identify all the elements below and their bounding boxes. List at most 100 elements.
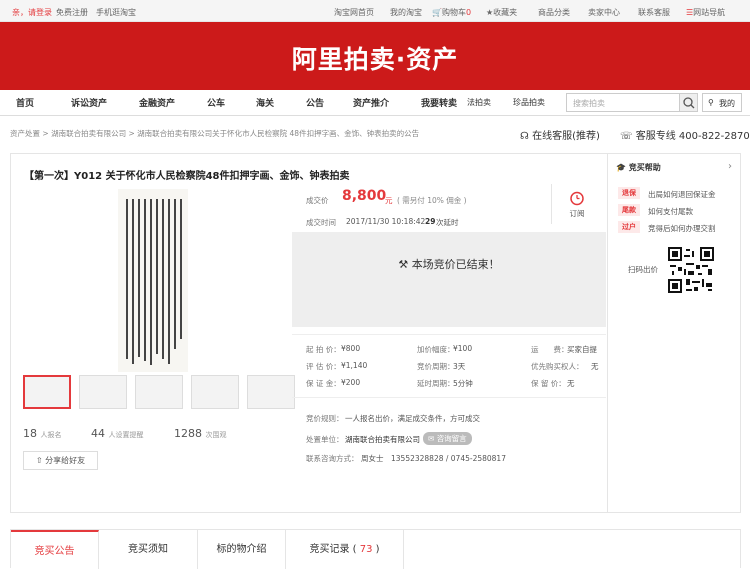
search-button[interactable] [679,94,697,111]
my-account-button[interactable]: ⚲ 我的 [702,93,742,112]
taobao-home-link[interactable]: 淘宝网首页 [334,7,374,18]
price-label: 成交价 [306,196,329,205]
appraisal-price: ¥1,140 [341,361,368,370]
search-box[interactable]: 搜索拍卖 [566,93,698,112]
auction-title: 【第一次】Y012 关于怀化市人民检察院48件扣押字画、金饰、钟表拍卖 [24,171,350,182]
shipping-label: 运 费： [531,345,569,354]
deposit: ¥200 [341,378,361,387]
appraisal-label: 评 估 价： [306,362,341,371]
thumbnail-1[interactable] [23,375,71,409]
main-nav: 首页 诉讼资产 金融资产 公车 海关 公告 资产推介 我要转卖 法拍卖 珍品拍卖… [0,90,750,116]
scan-label: 扫码出价 [628,265,658,274]
help-title: 🎓 竞买帮助 [616,163,661,172]
site-topbar: 亲，请登录 免费注册 手机逛淘宝 淘宝网首页 我的淘宝 🛒购物车0 ★收藏夹 商… [0,0,750,22]
chevron-right-icon[interactable]: › [728,161,732,172]
commission-note: ( 需另付 10% 佣金 ) [397,196,467,205]
online-service-link[interactable]: ☊ 在线客服(推荐) [520,127,600,142]
priority: 无 [591,362,599,371]
disposal-unit[interactable]: 湖南联合拍卖有限公司 [345,434,420,445]
mobile-link[interactable]: 手机逛淘宝 [96,7,136,18]
contact-label: 联系咨询方式： [306,454,359,463]
time-label: 成交时间 [306,218,336,227]
divider [292,334,606,335]
subscribe-button[interactable]: 订阅 [565,190,589,224]
breadcrumb-item[interactable]: 湖南联合拍卖有限公司 [51,129,126,138]
nav-item-litigation[interactable]: 诉讼资产 [71,96,107,109]
deposit-label: 保 证 金： [306,379,341,388]
nav-item-finance[interactable]: 金融资产 [139,96,175,109]
cart-icon: 🛒 [432,8,442,17]
nav-item-customs[interactable]: 海关 [256,96,274,109]
delay-count: 29 [425,217,436,226]
increment-label: 加价幅度： [417,345,455,354]
shipping: 买家自提 [567,345,597,354]
site-nav-link[interactable]: ☰网站导航 [686,7,725,18]
nav-item-promote[interactable]: 资产推介 [353,96,389,109]
delay-cycle: 5分钟 [453,379,473,388]
help-tag-refund: 退保 [618,187,640,199]
reserve-label: 保 留 价： [531,379,566,388]
message-icon: ✉ [428,434,435,443]
auction-ended-panel: ⚒ 本场竞价已结束！ [292,232,606,327]
nav-item-judicial[interactable]: 法拍卖 [467,97,491,108]
register-link[interactable]: 免费注册 [56,7,88,18]
increment: ¥100 [453,344,473,353]
help-link-transfer[interactable]: 竞得后如何办理交割 [648,223,716,234]
headset-icon: ☊ [520,131,529,142]
search-icon [683,97,695,109]
calligraphy-image [126,199,182,365]
thumbnail-3[interactable] [135,375,183,409]
site-logo[interactable]: 阿里拍卖·资产 [0,40,750,76]
nav-item-notices[interactable]: 公告 [306,96,324,109]
thumbnail-4[interactable] [191,375,239,409]
unit-label: 处置单位： [306,435,344,444]
help-sidebar: 🎓 竞买帮助 › 退保 出局如何退回保证金 尾款 如何支付尾款 过户 竞得后如何… [607,154,741,512]
seller-center-link[interactable]: 卖家中心 [588,7,620,18]
hotline: ☏ 客服专线 400-822-2870 [620,131,750,142]
auction-ended-message: ⚒ 本场竞价已结束！ [398,258,500,271]
reserve-price: 无 [567,379,575,388]
tab-notice[interactable]: 竞买公告 [11,530,99,569]
deal-time: 2017/11/30 10:18:42 [346,217,426,226]
help-link-refund[interactable]: 出局如何退回保证金 [648,189,716,200]
nav-item-resell[interactable]: 我要转卖 [421,96,457,109]
header-banner: 阿里拍卖·资产 [0,22,750,90]
nav-item-home[interactable]: 首页 [16,96,34,109]
gavel-icon: ⚒ [398,258,409,271]
help-link-balance[interactable]: 如何支付尾款 [648,206,693,217]
tab-item-intro[interactable]: 标的物介绍 [198,530,286,569]
share-button[interactable]: ⇧ 分享给好友 [23,451,98,470]
category-link[interactable]: 商品分类 [538,7,570,18]
thumbnail-5[interactable] [247,375,295,409]
bid-rule: 一人报名出价，满足成交条件，方可成交 [345,414,480,423]
start-price-label: 起 拍 价： [306,345,341,354]
nav-item-treasure[interactable]: 珍品拍卖 [513,97,545,108]
share-icon: ⇧ [35,456,43,465]
contact-service-link[interactable]: 联系客服 [638,7,670,18]
tab-rules[interactable]: 竞买须知 [99,530,198,569]
thumbnail-2[interactable] [79,375,127,409]
favorites-link[interactable]: ★收藏夹 [486,7,517,18]
tab-bid-records[interactable]: 竞买记录 ( 73 ) [286,530,404,569]
user-icon: ⚲ [708,98,714,107]
priority-label: 优先购买权人： [531,362,584,371]
final-price: 8,800 [342,188,387,204]
search-input[interactable]: 搜索拍卖 [573,98,605,109]
login-link[interactable]: 亲，请登录 [12,7,52,18]
my-taobao-link[interactable]: 我的淘宝 [390,7,422,18]
graduation-cap-icon: 🎓 [616,163,626,172]
cart-link[interactable]: 🛒购物车0 [432,7,471,18]
consult-button[interactable]: ✉ 咨询留言 [423,432,472,445]
nav-item-cars[interactable]: 公车 [207,96,225,109]
main-image[interactable] [118,189,188,372]
divider [292,397,606,398]
breadcrumb-item[interactable]: 资产处置 [10,129,40,138]
breadcrumb-item: 湖南联合拍卖有限公司关于怀化市人民检察院 48件扣押字画、金饰、钟表拍卖的公告 [137,129,420,138]
divider [551,184,552,224]
view-count: 1288 次围观 [174,427,227,440]
help-tag-balance: 尾款 [618,204,640,216]
contact-info: 周女士 13552328828 / 0745-2580817 [361,454,506,463]
price-unit: 元 [385,196,393,205]
breadcrumb: 资产处置 > 湖南联合拍卖有限公司 > 湖南联合拍卖有限公司关于怀化市人民检察院… [10,129,420,138]
start-price: ¥800 [341,344,361,353]
